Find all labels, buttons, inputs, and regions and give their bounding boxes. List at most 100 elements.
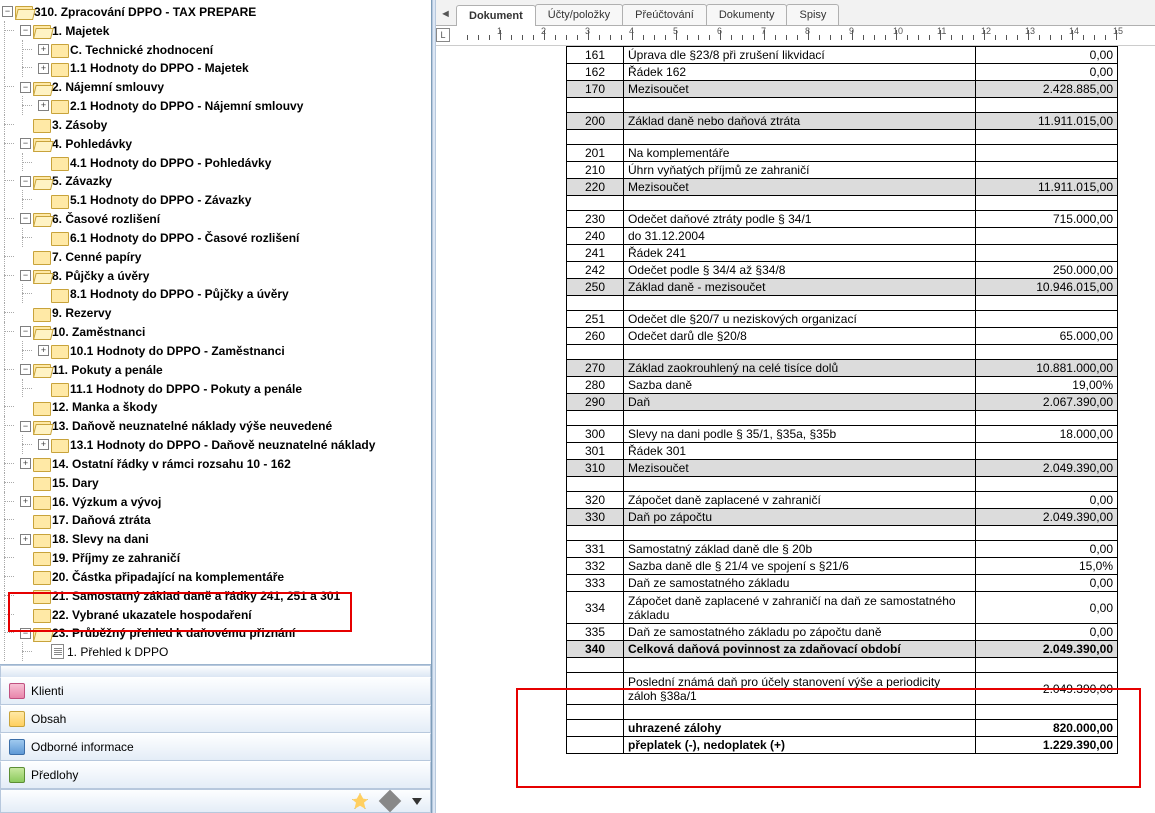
row-description: Úprava dle §23/8 při zrušení likvidací — [624, 47, 976, 64]
tree-node[interactable]: 3. Zásoby — [52, 118, 107, 132]
tree-node[interactable]: 9. Rezervy — [52, 306, 111, 320]
tree-node[interactable]: 8. Půjčky a úvěry — [52, 268, 149, 282]
tree-node[interactable]: 21. Samostatný základ daně a řádky 241, … — [52, 589, 340, 603]
tree-toggle[interactable]: + — [20, 534, 31, 545]
nav-small-toolbar — [0, 789, 431, 813]
row-number: 340 — [567, 641, 624, 658]
tree-toggle[interactable]: + — [38, 439, 49, 450]
tree-node[interactable]: 23. Průběžný přehled k daňovému přiznání — [52, 626, 295, 640]
tree-node[interactable]: 15. Dary — [52, 476, 99, 490]
row-description: Samostatný základ daně dle § 20b — [624, 541, 976, 558]
tree-node[interactable]: 12. Manka a škody — [52, 400, 157, 414]
tree-node[interactable]: 20. Částka připadající na komplementáře — [52, 570, 284, 584]
nav-predlohy[interactable]: Předlohy — [0, 761, 431, 789]
tree-node[interactable]: 18. Slevy na dani — [52, 532, 149, 546]
dropdown-icon[interactable] — [412, 798, 422, 805]
tab-dokumenty[interactable]: Dokumenty — [706, 4, 788, 25]
table-row: 310Mezisoučet2.049.390,00 — [567, 460, 1118, 477]
tree-node[interactable]: 14. Ostatní řádky v rámci rozsahu 10 - 1… — [52, 457, 291, 471]
table-row: 220Mezisoučet11.911.015,00 — [567, 179, 1118, 196]
nav-odborne[interactable]: Odborné informace — [0, 733, 431, 761]
document-icon — [51, 644, 64, 659]
tree-node[interactable]: 4.1 Hodnoty do DPPO - Pohledávky — [70, 155, 271, 169]
document-area[interactable]: 161Úprava dle §23/8 při zrušení likvidac… — [436, 46, 1155, 813]
tree-node[interactable]: 5.1 Hodnoty do DPPO - Závazky — [70, 193, 251, 207]
tree-node[interactable]: 5. Závazky — [52, 174, 112, 188]
row-number: 280 — [567, 377, 624, 394]
row-description: Odečet darů dle §20/8 — [624, 328, 976, 345]
ruler-origin[interactable]: L — [436, 28, 450, 42]
row-description: Mezisoučet — [624, 460, 976, 477]
tab-preuctovani[interactable]: Přeúčtování — [622, 4, 707, 25]
tree-toggle[interactable]: + — [20, 458, 31, 469]
person-icon[interactable] — [352, 793, 368, 809]
tree-node[interactable]: C. Technické zhodnocení — [70, 42, 213, 56]
tree-toggle[interactable]: + — [38, 63, 49, 74]
tree-node[interactable]: 22. Vybrané ukazatele hospodaření — [52, 607, 252, 621]
row-number: 290 — [567, 394, 624, 411]
row-value: 0,00 — [976, 624, 1118, 641]
tree-node[interactable]: 11. Pokuty a penále — [52, 363, 163, 377]
folder-icon — [33, 514, 49, 527]
tree-toggle[interactable]: − — [20, 628, 31, 639]
tree-view[interactable]: −310. Zpracování DPPO - TAX PREPARE −1. … — [0, 0, 431, 664]
tree-node[interactable]: 7. Cenné papíry — [52, 250, 141, 264]
tab-ucty[interactable]: Účty/položky — [535, 4, 623, 25]
predlohy-icon — [9, 767, 25, 783]
tree-node[interactable]: 2. Nájemní smlouvy — [52, 80, 164, 94]
tree-toggle[interactable]: + — [38, 44, 49, 55]
tab-spisy[interactable]: Spisy — [786, 4, 839, 25]
row-number: 170 — [567, 81, 624, 98]
tree-toggle[interactable]: − — [20, 25, 31, 36]
tree-toggle[interactable]: + — [38, 100, 49, 111]
tree-toggle[interactable]: + — [38, 345, 49, 356]
tree-node[interactable]: 6.1 Hodnoty do DPPO - Časové rozlišení — [70, 231, 299, 245]
folder-open-icon — [15, 5, 31, 18]
tree-node[interactable]: 1.1 Hodnoty do DPPO - Majetek — [70, 61, 249, 75]
tree-node[interactable]: 6. Časové rozlišení — [52, 212, 160, 226]
row-number: 210 — [567, 162, 624, 179]
tree-node[interactable]: 4. Pohledávky — [52, 137, 132, 151]
tree-node[interactable]: 17. Daňová ztráta — [52, 513, 151, 527]
tree-node[interactable]: 11.1 Hodnoty do DPPO - Pokuty a penále — [70, 381, 302, 395]
nav-grip[interactable] — [0, 665, 431, 677]
row-value: 11.911.015,00 — [976, 113, 1118, 130]
row-value: 15,0% — [976, 558, 1118, 575]
nav-klienti[interactable]: Klienti — [0, 677, 431, 705]
tree-toggle[interactable]: − — [20, 176, 31, 187]
table-row: 340Celková daňová povinnost za zdaňovací… — [567, 641, 1118, 658]
tree-toggle[interactable]: + — [20, 496, 31, 507]
table-row: 300Slevy na dani podle § 35/1, §35a, §35… — [567, 426, 1118, 443]
tree-node-root[interactable]: 310. Zpracování DPPO - TAX PREPARE — [34, 5, 256, 19]
tree-node[interactable]: 10.1 Hodnoty do DPPO - Zaměstnanci — [70, 344, 285, 358]
row-value: 250.000,00 — [976, 262, 1118, 279]
folder-open-icon — [33, 363, 49, 376]
tools-icon[interactable] — [379, 790, 402, 813]
tree-node[interactable]: 13. Daňově neuznatelné náklady výše neuv… — [52, 419, 332, 433]
tree-toggle[interactable]: − — [20, 138, 31, 149]
tree-node[interactable]: 1. Přehled k DPPO — [67, 645, 168, 659]
tab-nav-prev-icon[interactable]: ◄ — [440, 8, 451, 20]
tree-toggle[interactable]: − — [20, 270, 31, 281]
tree-toggle[interactable]: − — [20, 364, 31, 375]
tree-node[interactable]: 8.1 Hodnoty do DPPO - Půjčky a úvěry — [70, 287, 289, 301]
tree-toggle[interactable]: − — [20, 421, 31, 432]
row-description: Základ zaokrouhlený na celé tisíce dolů — [624, 360, 976, 377]
row-value — [976, 311, 1118, 328]
table-row: 335Daň ze samostatného základu po zápočt… — [567, 624, 1118, 641]
tree-toggle[interactable]: − — [20, 82, 31, 93]
tree-node[interactable]: 13.1 Hodnoty do DPPO - Daňově neuznateln… — [70, 438, 375, 452]
tree-node[interactable]: 10. Zaměstnanci — [52, 325, 145, 339]
tree-toggle[interactable]: − — [20, 326, 31, 337]
nav-obsah[interactable]: Obsah — [0, 705, 431, 733]
tree-toggle[interactable]: − — [2, 6, 13, 17]
folder-icon — [51, 231, 67, 244]
table-row: 270Základ zaokrouhlený na celé tisíce do… — [567, 360, 1118, 377]
tree-node[interactable]: 1. Majetek — [52, 24, 109, 38]
tree-node[interactable]: 19. Příjmy ze zahraničí — [52, 551, 180, 565]
tree-toggle[interactable]: − — [20, 213, 31, 224]
row-value: 0,00 — [976, 575, 1118, 592]
tree-node[interactable]: 2.1 Hodnoty do DPPO - Nájemní smlouvy — [70, 99, 303, 113]
tab-dokument[interactable]: Dokument — [456, 5, 536, 26]
tree-node[interactable]: 16. Výzkum a vývoj — [52, 494, 161, 508]
